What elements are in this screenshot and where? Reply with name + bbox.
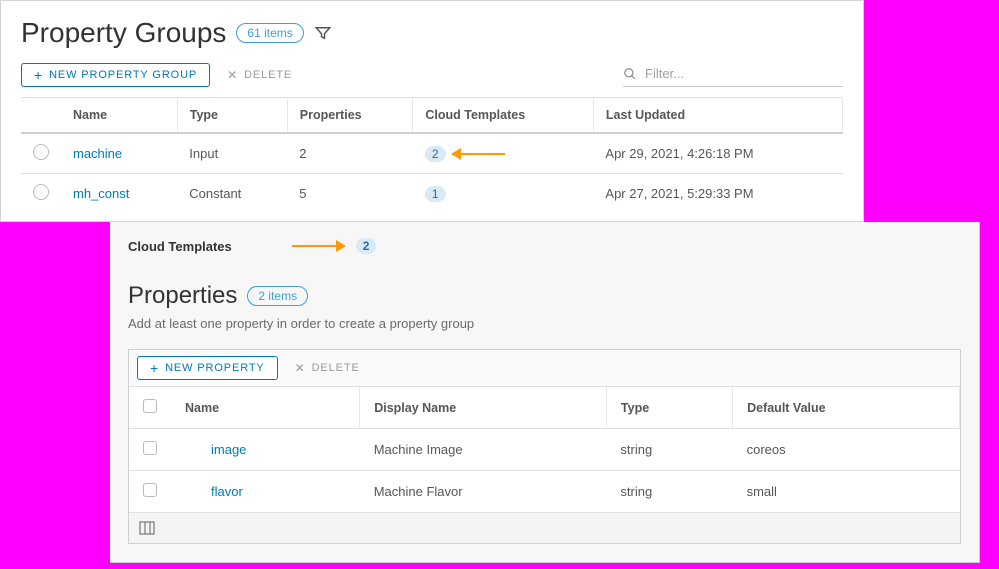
search-icon bbox=[623, 67, 637, 81]
group-updated: Apr 29, 2021, 4:26:18 PM bbox=[593, 133, 842, 174]
delete-group-button[interactable]: ✕ DELETE bbox=[216, 63, 303, 87]
cloud-templates-badge[interactable]: 1 bbox=[425, 186, 446, 202]
property-row[interactable]: flavor Machine Flavor string small bbox=[129, 471, 960, 513]
new-property-group-label: NEW PROPERTY GROUP bbox=[49, 69, 197, 81]
properties-box: + NEW PROPERTY ✕ DELETE Name Display Nam… bbox=[128, 349, 961, 544]
plus-icon: + bbox=[34, 70, 43, 80]
property-display-name: Machine Flavor bbox=[360, 471, 607, 513]
group-properties: 2 bbox=[287, 133, 413, 174]
group-type: Input bbox=[177, 133, 287, 174]
properties-helper-text: Add at least one property in order to cr… bbox=[128, 316, 961, 331]
page-header: Property Groups 61 items bbox=[21, 17, 843, 49]
new-property-group-button[interactable]: + NEW PROPERTY GROUP bbox=[21, 63, 210, 87]
cloud-templates-summary: Cloud Templates 2 bbox=[128, 238, 961, 254]
properties-table: Name Display Name Type Default Value ima… bbox=[129, 387, 960, 513]
col-last-updated[interactable]: Last Updated bbox=[593, 98, 842, 134]
property-groups-panel: Property Groups 61 items + NEW PROPERTY … bbox=[0, 0, 864, 222]
groups-toolbar: + NEW PROPERTY GROUP ✕ DELETE bbox=[21, 63, 843, 87]
col-prop-display-name[interactable]: Display Name bbox=[360, 387, 607, 429]
row-checkbox[interactable] bbox=[143, 441, 157, 455]
col-properties[interactable]: Properties bbox=[287, 98, 413, 134]
delete-group-label: DELETE bbox=[244, 69, 292, 81]
table-row[interactable]: mh_const Constant 5 1 Apr 27, 2021, 5:29… bbox=[21, 174, 843, 214]
row-radio[interactable] bbox=[33, 144, 49, 160]
annotation-arrow-icon bbox=[453, 149, 505, 159]
new-property-label: NEW PROPERTY bbox=[165, 362, 265, 374]
col-cloud-templates[interactable]: Cloud Templates bbox=[413, 98, 594, 134]
properties-header: Properties 2 items bbox=[128, 282, 961, 310]
property-type: string bbox=[606, 429, 732, 471]
cloud-templates-badge[interactable]: 2 bbox=[356, 238, 377, 254]
x-icon: ✕ bbox=[295, 363, 306, 373]
col-prop-type[interactable]: Type bbox=[606, 387, 732, 429]
filter-input[interactable] bbox=[643, 65, 843, 82]
col-prop-default[interactable]: Default Value bbox=[733, 387, 960, 429]
col-name[interactable]: Name bbox=[61, 98, 177, 134]
filter-search[interactable] bbox=[623, 63, 843, 87]
group-updated: Apr 27, 2021, 5:29:33 PM bbox=[593, 174, 842, 214]
property-groups-table: Name Type Properties Cloud Templates Las… bbox=[21, 97, 843, 213]
table-row[interactable]: machine Input 2 2 Apr 29, 2021, 4:26:18 … bbox=[21, 133, 843, 174]
column-picker-icon[interactable] bbox=[139, 521, 950, 535]
group-properties: 5 bbox=[287, 174, 413, 214]
property-default: small bbox=[733, 471, 960, 513]
property-default: coreos bbox=[733, 429, 960, 471]
filter-icon[interactable] bbox=[314, 24, 332, 42]
property-display-name: Machine Image bbox=[360, 429, 607, 471]
groups-toolbar-buttons: + NEW PROPERTY GROUP ✕ DELETE bbox=[21, 63, 303, 87]
col-type[interactable]: Type bbox=[177, 98, 287, 134]
property-name-link[interactable]: image bbox=[211, 442, 246, 457]
table-footer bbox=[129, 513, 960, 543]
properties-count-pill: 2 items bbox=[247, 286, 308, 306]
x-icon: ✕ bbox=[227, 70, 238, 80]
item-count-pill: 61 items bbox=[236, 23, 303, 43]
group-name-link[interactable]: mh_const bbox=[73, 186, 129, 201]
new-property-button[interactable]: + NEW PROPERTY bbox=[137, 356, 278, 380]
group-type: Constant bbox=[177, 174, 287, 214]
property-name-link[interactable]: flavor bbox=[211, 484, 243, 499]
property-row[interactable]: image Machine Image string coreos bbox=[129, 429, 960, 471]
property-type: string bbox=[606, 471, 732, 513]
group-detail-panel: Cloud Templates 2 Properties 2 items Add… bbox=[110, 222, 980, 563]
col-prop-name[interactable]: Name bbox=[171, 387, 360, 429]
row-radio[interactable] bbox=[33, 184, 49, 200]
delete-property-label: DELETE bbox=[312, 362, 360, 374]
select-all-checkbox[interactable] bbox=[143, 399, 157, 413]
cloud-templates-badge[interactable]: 2 bbox=[425, 146, 446, 162]
properties-toolbar: + NEW PROPERTY ✕ DELETE bbox=[129, 350, 960, 387]
page-title: Property Groups bbox=[21, 17, 226, 49]
group-name-link[interactable]: machine bbox=[73, 146, 122, 161]
properties-title: Properties bbox=[128, 282, 237, 310]
plus-icon: + bbox=[150, 363, 159, 373]
annotation-arrow-icon bbox=[292, 241, 344, 251]
delete-property-button[interactable]: ✕ DELETE bbox=[284, 356, 371, 380]
row-checkbox[interactable] bbox=[143, 483, 157, 497]
cloud-templates-label: Cloud Templates bbox=[128, 239, 232, 254]
